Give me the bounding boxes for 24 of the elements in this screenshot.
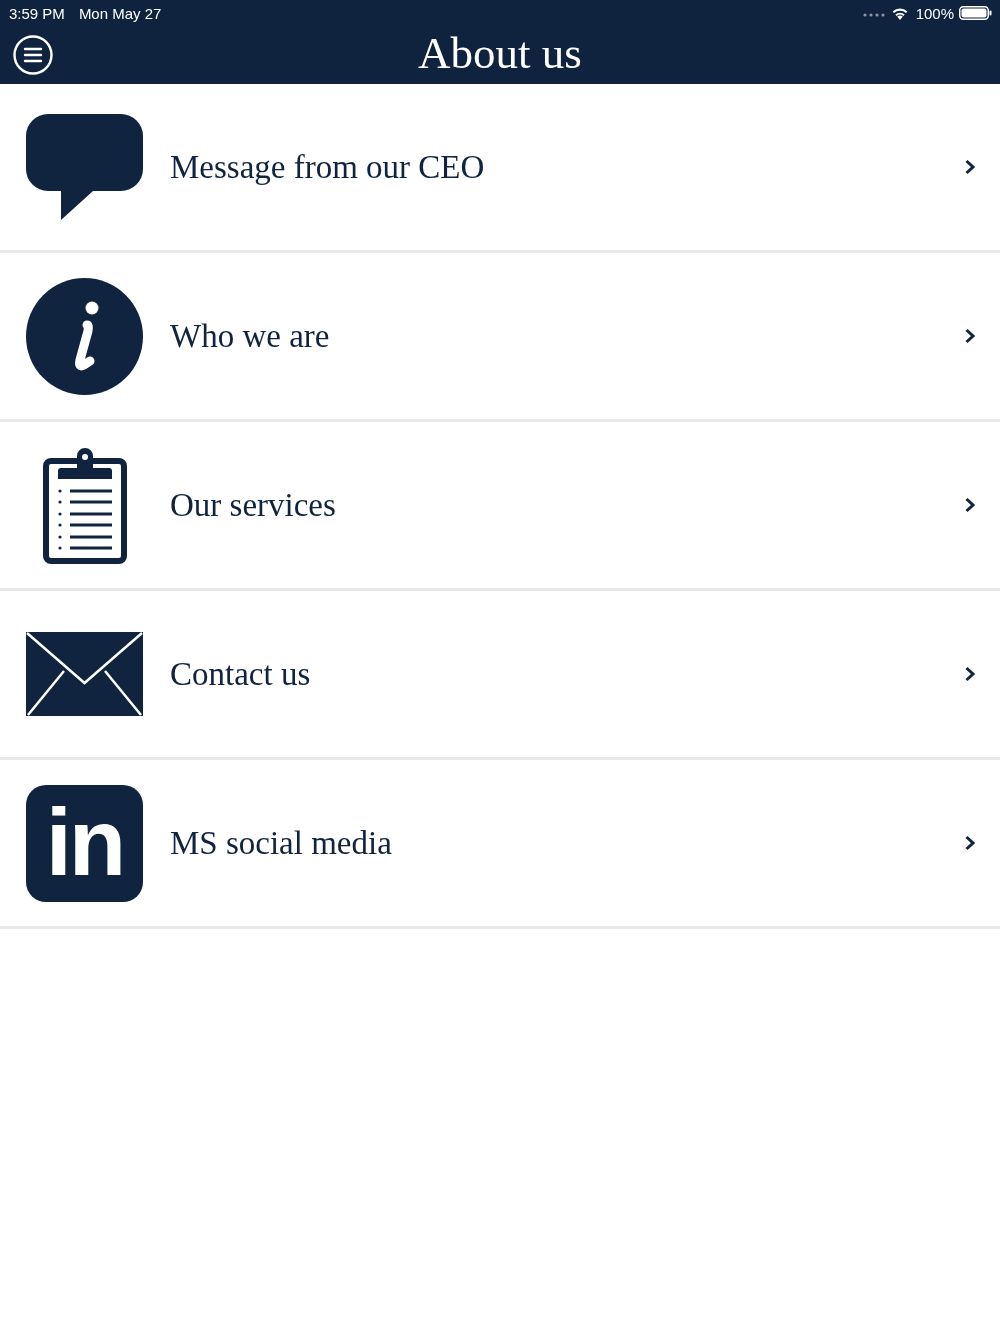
chevron-right-icon	[964, 666, 976, 682]
page-title: About us	[418, 30, 582, 76]
battery-percent: 100%	[915, 4, 954, 22]
menu-icon	[13, 35, 53, 75]
wifi-icon	[890, 6, 909, 20]
chevron-right-icon	[964, 328, 976, 344]
menu-button[interactable]	[13, 35, 53, 75]
row-label: Our services	[170, 486, 337, 524]
row-label: MS social media	[170, 824, 393, 862]
row-label: Who we are	[170, 317, 331, 355]
status-date: Mon May 27	[78, 4, 162, 22]
envelope-icon	[26, 632, 143, 716]
status-time: 3:59 PM	[9, 4, 65, 22]
chevron-right-icon	[964, 497, 976, 513]
row-label: Contact us	[170, 655, 312, 693]
chevron-right-icon	[964, 835, 976, 851]
speech-bubble-icon	[26, 114, 143, 220]
chevron-right-icon	[964, 159, 976, 175]
info-icon	[26, 277, 143, 395]
battery-icon	[959, 6, 992, 20]
row-label: Message from our CEO	[170, 148, 486, 186]
logo-tile: in	[26, 784, 143, 902]
signal-dots-icon	[862, 13, 885, 17]
clipboard-icon	[42, 446, 127, 564]
